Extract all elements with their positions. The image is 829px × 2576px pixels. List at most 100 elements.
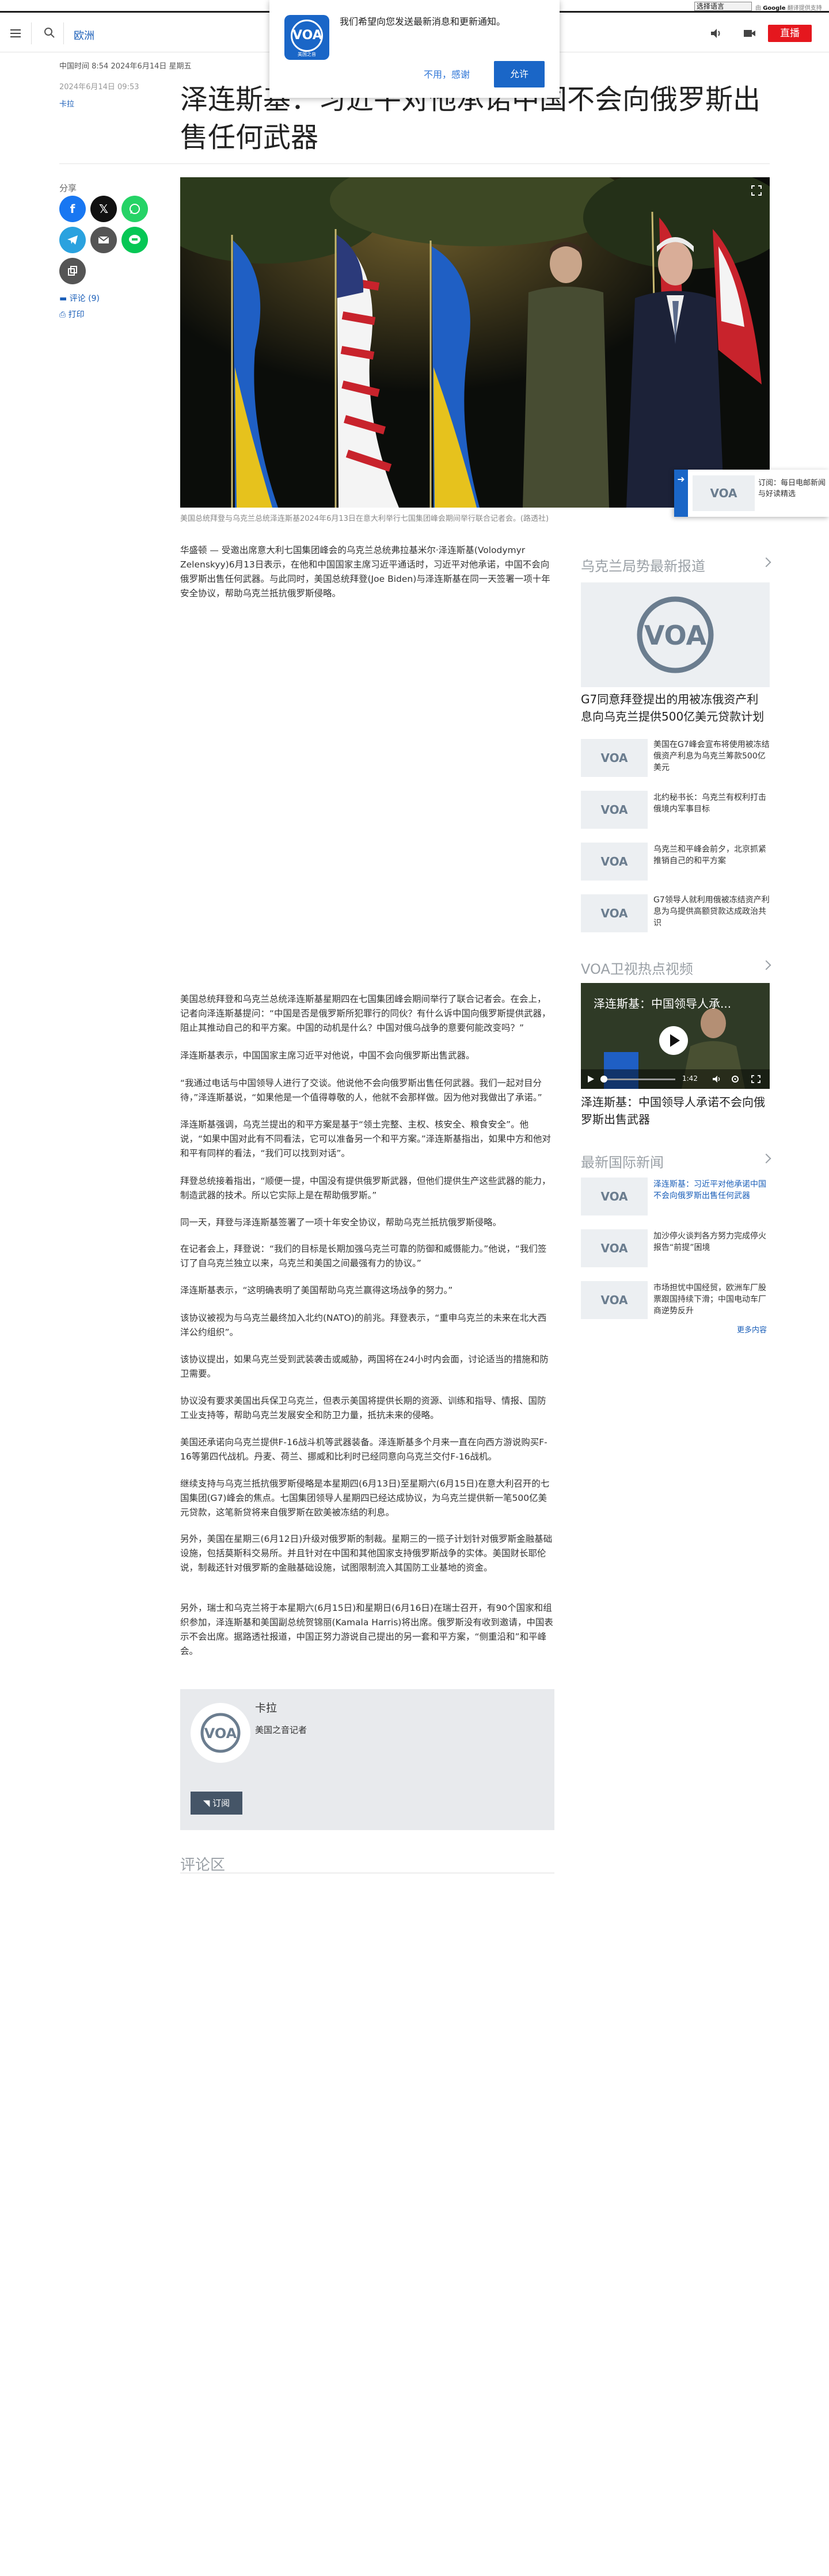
translate-credit-prefix: 由 bbox=[755, 5, 761, 12]
author-name[interactable]: 卡拉 bbox=[255, 1699, 277, 1715]
play-small-icon[interactable] bbox=[587, 1075, 595, 1083]
newsletter-sticky[interactable]: ➜ VOA 订阅：每日电邮新闻与好读精选 bbox=[674, 470, 829, 517]
share-label: 分享 bbox=[59, 183, 77, 193]
copy-link-icon[interactable] bbox=[59, 258, 86, 284]
article-paragraph: 同一天，拜登与泽连斯基签署了一项十年安全协议，帮助乌克兰抵抗俄罗斯侵略。 bbox=[180, 1217, 502, 1228]
newsletter-text: 订阅：每日电邮新闻与好读精选 bbox=[758, 479, 826, 498]
article-paragraph: 该协议被视为与乌克兰最终加入北约(NATO)的前兆。拜登表示，“重申乌克兰的未来… bbox=[180, 1313, 547, 1337]
article-paragraph: “我通过电话与中国领导人进行了交谈。他说他不会向俄罗斯出售任何武器。我们一起对目… bbox=[180, 1078, 542, 1103]
header-divider bbox=[63, 22, 64, 44]
live-button[interactable]: 直播 bbox=[768, 25, 812, 42]
title-divider bbox=[59, 163, 770, 164]
featured-thumbnail[interactable]: VOA bbox=[581, 582, 770, 687]
comments-link-label: 评论 (9) bbox=[69, 294, 100, 303]
publish-time: 中国时间 8:54 2024年6月14日 星期五 bbox=[59, 62, 192, 71]
story-thumbnail[interactable]: VOA bbox=[581, 739, 648, 777]
voa-logo-icon: VOA bbox=[600, 803, 628, 817]
svg-text:VOA: VOA bbox=[600, 855, 628, 868]
audio-icon[interactable] bbox=[709, 27, 723, 40]
volume-icon[interactable] bbox=[712, 1075, 721, 1083]
fullscreen-icon[interactable] bbox=[751, 1075, 760, 1083]
author-role: 美国之音记者 bbox=[255, 1725, 307, 1735]
svg-text:VOA: VOA bbox=[600, 906, 628, 920]
sidebar-heading-intl[interactable]: 最新国际新闻 bbox=[581, 1151, 771, 1171]
facebook-icon[interactable]: f bbox=[59, 196, 86, 222]
svg-text:VOA: VOA bbox=[600, 1190, 628, 1203]
voa-logo-icon: VOA bbox=[600, 906, 628, 920]
article-paragraph: 拜登总统接着指出，“顺便一提，中国没有提供俄罗斯武器，但他们提供生产这些武器的能… bbox=[180, 1176, 551, 1201]
sidebar-heading-ukraine-label: 乌克兰局势最新报道 bbox=[581, 558, 705, 574]
svg-text:VOA: VOA bbox=[204, 1725, 237, 1742]
article-paragraph: 该协议提出，如果乌克兰受到武装袭击或威胁，两国将在24小时内会面，讨论适当的措施… bbox=[180, 1354, 549, 1379]
fullscreen-icon[interactable] bbox=[751, 185, 762, 196]
telegram-icon[interactable] bbox=[59, 227, 86, 253]
page-root: { "translate": { "select_label": "选择语言",… bbox=[0, 0, 829, 2576]
svg-text:VOA: VOA bbox=[600, 1241, 628, 1255]
comment-icon: ▬ bbox=[59, 294, 70, 303]
story-link[interactable]: 美国在G7峰会宣布将使用被冻结俄资产利息为乌克兰筹款500亿美元 bbox=[653, 739, 770, 773]
video-caption[interactable]: 泽连斯基：中国领导人承诺不会向俄罗斯出售武器 bbox=[581, 1093, 770, 1128]
article-paragraph: 在记者会上，拜登说：“我们的目标是长期加强乌克兰可靠的防御和威慑能力。”他说，“… bbox=[180, 1244, 547, 1268]
email-icon[interactable] bbox=[90, 227, 117, 253]
sidebar-heading-video[interactable]: VOA卫视热点视频 bbox=[581, 958, 771, 978]
author-avatar[interactable]: VOA bbox=[191, 1703, 250, 1763]
story-link[interactable]: 乌克兰和平峰会前夕，北京抓紧推销自己的和平方案 bbox=[653, 844, 770, 867]
svg-text:VOA: VOA bbox=[600, 1293, 628, 1307]
voa-logo-icon: VOA bbox=[693, 475, 755, 511]
story-link[interactable]: 泽连斯基：习近平对他承诺中国不会向俄罗斯出售任何武器 bbox=[653, 1179, 770, 1202]
menu-icon[interactable] bbox=[8, 26, 23, 41]
story-link[interactable]: 市场担忧中国经贸，欧洲车厂股票跟国持续下滑；中国电动车厂商逆势反升 bbox=[653, 1282, 770, 1317]
article-paragraph: 泽连斯基强调，乌克兰提出的和平方案是基于“领土完整、主权、核安全、粮食安全”。他… bbox=[180, 1119, 551, 1159]
story-link[interactable]: 加沙停火谈判各方努力完成停火报告“前提”困境 bbox=[653, 1230, 770, 1253]
translate-credit-suffix: 翻译提供支持 bbox=[787, 5, 822, 12]
header-divider bbox=[31, 22, 32, 44]
video-icon[interactable] bbox=[743, 27, 756, 40]
article-paragraph: 另外，美国在星期三(6月12日)升级对俄罗斯的制裁。星期三的一揽子计划针对俄罗斯… bbox=[180, 1534, 553, 1573]
story-thumbnail[interactable]: VOA bbox=[581, 791, 648, 829]
voa-logo-icon: VOA bbox=[600, 855, 628, 868]
search-icon[interactable] bbox=[43, 26, 56, 40]
svg-text:VOA: VOA bbox=[710, 486, 737, 500]
subscribe-button[interactable]: ◥ 订阅 bbox=[191, 1792, 242, 1815]
article-paragraph: 华盛顿 — 受邀出席意大利七国集团峰会的乌克兰总统弗拉基米尔·泽连斯基(Volo… bbox=[180, 545, 550, 599]
translate-credit: 由 Google 翻译提供支持 bbox=[755, 3, 822, 12]
voa-logo-icon: VOA bbox=[200, 1713, 241, 1753]
voa-logo-icon: VOA bbox=[600, 1241, 628, 1255]
x-twitter-icon[interactable]: 𝕏 bbox=[90, 196, 117, 222]
whatsapp-icon[interactable] bbox=[121, 196, 148, 222]
story-thumbnail[interactable]: VOA bbox=[581, 894, 648, 932]
svg-text:VOA: VOA bbox=[644, 620, 707, 651]
progress-handle[interactable] bbox=[600, 1076, 607, 1083]
author-card: VOA 卡拉 美国之音记者 ◥ 订阅 bbox=[180, 1689, 554, 1830]
story-link[interactable]: G7领导人就利用俄被冻结资产利息为乌提供高额贷款达成政治共识 bbox=[653, 894, 770, 929]
svg-text:VOA: VOA bbox=[600, 803, 628, 817]
voa-logo-subtext: 美国之音 bbox=[298, 52, 316, 57]
video-player[interactable]: 泽连斯基：中国领导人承... 1:42 bbox=[581, 983, 770, 1089]
comments-link[interactable]: ▬ 评论 (9) bbox=[59, 292, 100, 304]
settings-icon[interactable] bbox=[731, 1075, 740, 1083]
story-link[interactable]: 北约秘书长：乌克兰有权利打击俄境内军事目标 bbox=[653, 792, 770, 815]
sidebar-heading-ukraine[interactable]: 乌克兰局势最新报道 bbox=[581, 555, 771, 575]
story-thumbnail[interactable]: VOA bbox=[581, 843, 648, 881]
print-icon: ⎙ bbox=[59, 310, 69, 319]
more-link[interactable]: 更多内容 bbox=[737, 1324, 767, 1335]
breadcrumb[interactable]: 欧洲 bbox=[74, 28, 94, 43]
print-link[interactable]: ⎙ 打印 bbox=[59, 308, 85, 320]
chevron-right-icon bbox=[761, 960, 771, 970]
hero-image bbox=[180, 177, 770, 508]
play-icon[interactable] bbox=[659, 1026, 688, 1055]
arrow-right-icon[interactable]: ➜ bbox=[674, 470, 688, 517]
chevron-right-icon bbox=[761, 1153, 771, 1164]
language-select[interactable]: 选择语言 bbox=[694, 2, 752, 11]
story-thumbnail[interactable]: VOA bbox=[581, 1229, 648, 1267]
voa-logo-icon: VOA bbox=[600, 1293, 628, 1307]
accept-button[interactable]: 允许 bbox=[494, 61, 545, 87]
decline-button[interactable]: 不用，感谢 bbox=[420, 64, 473, 85]
video-controls: 1:42 bbox=[581, 1069, 770, 1089]
author-link[interactable]: 卡拉 bbox=[59, 98, 74, 109]
progress-bar[interactable] bbox=[600, 1079, 675, 1080]
featured-story-title[interactable]: G7同意拜登提出的用被冻俄资产利息向乌克兰提供500亿美元贷款计划 bbox=[581, 691, 770, 725]
story-thumbnail[interactable]: VOA bbox=[581, 1281, 648, 1319]
story-thumbnail[interactable]: VOA bbox=[581, 1178, 648, 1215]
line-icon[interactable] bbox=[121, 227, 148, 253]
